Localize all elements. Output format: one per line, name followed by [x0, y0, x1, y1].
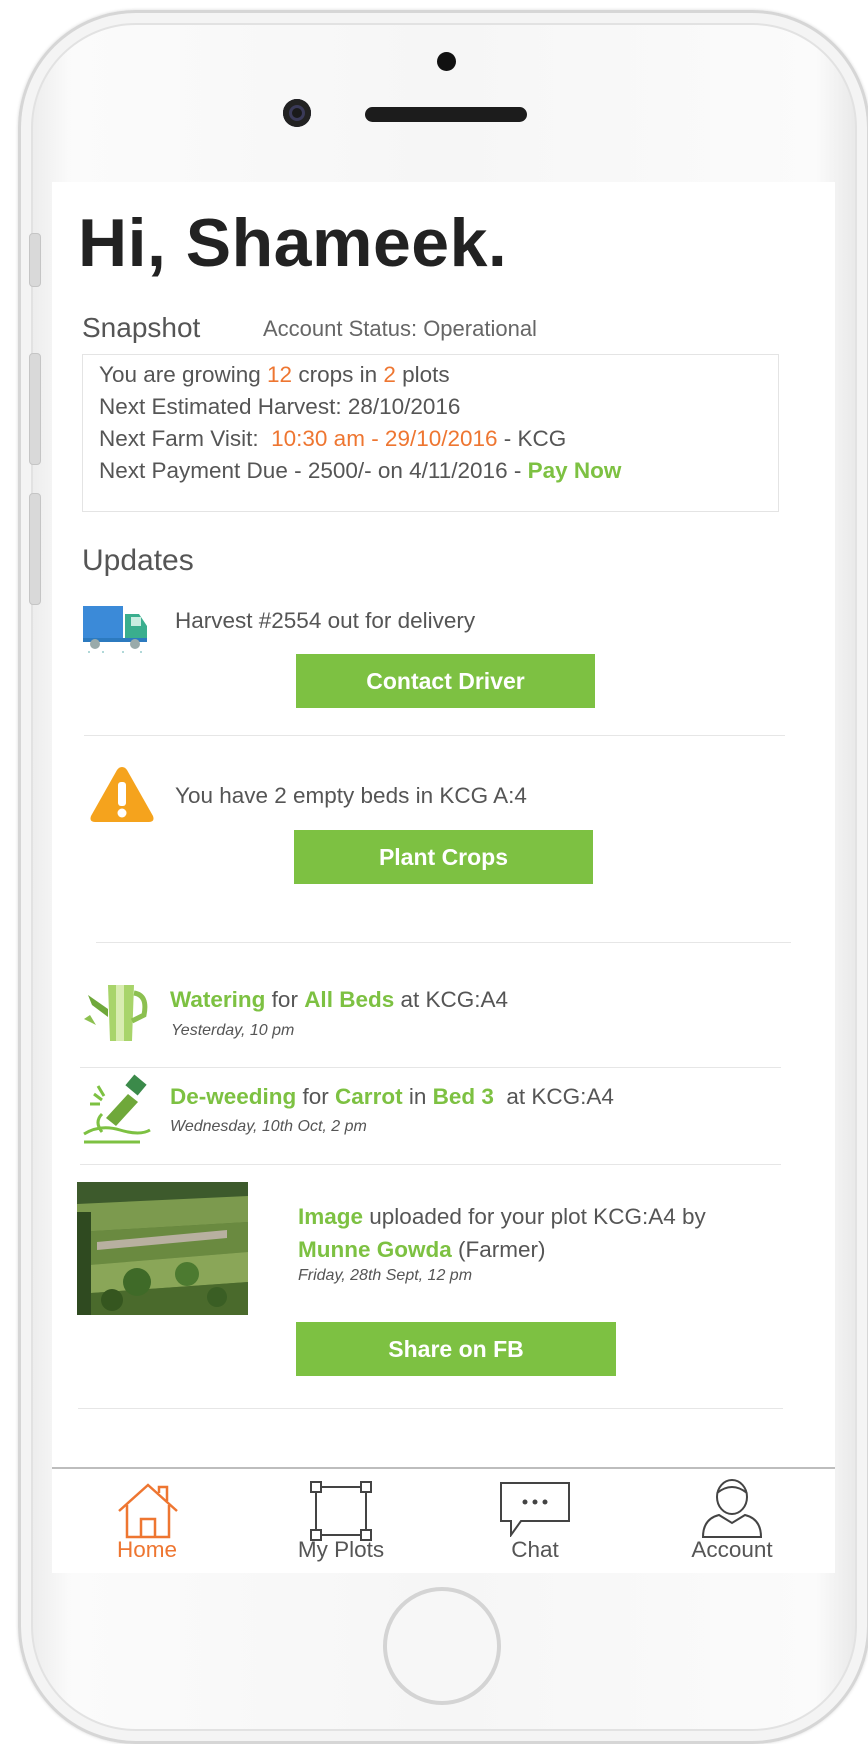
farm-visit: Next Farm Visit: 10:30 am - 29/10/2016 -…: [99, 423, 762, 455]
farmer-name: Munne Gowda: [298, 1237, 452, 1262]
farm-visit-label: Next Farm Visit:: [99, 426, 272, 451]
divider: [80, 1164, 781, 1165]
tab-label: Chat: [511, 1537, 559, 1562]
updates-heading: Updates: [82, 544, 194, 577]
activity-time: Wednesday, 10th Oct, 2 pm: [170, 1118, 367, 1135]
farmer-role: (Farmer): [451, 1237, 546, 1262]
activity-action: Watering: [170, 987, 266, 1012]
activity-bed: Bed 3: [432, 1084, 494, 1109]
volume-down-button: [29, 493, 41, 605]
image-upload-text: Image uploaded for your plot KCG:A4 by M…: [298, 1200, 768, 1266]
activity-target: All Beds: [304, 987, 395, 1012]
empty-beds-text: You have 2 empty beds in KCG A:4: [175, 783, 527, 808]
share-on-fb-button[interactable]: Share on FB: [296, 1322, 616, 1376]
divider: [78, 1408, 783, 1409]
crop-count: 12: [267, 362, 293, 387]
image-link[interactable]: Image: [298, 1204, 363, 1229]
watering-can-icon: [84, 985, 148, 1041]
activity-time: Yesterday, 10 pm: [171, 1022, 295, 1039]
farm-visit-location: - KCG: [497, 426, 567, 451]
image-upload-description: uploaded for your plot KCG:A4 by: [363, 1204, 706, 1229]
growing-summary: You are growing 12 crops in 2 plots: [99, 359, 762, 391]
weeding-icon: [83, 1074, 151, 1144]
delivery-update-text: Harvest #2554 out for delivery: [175, 608, 476, 633]
activity-time: Friday, 28th Sept, 12 pm: [298, 1267, 473, 1284]
truck-icon: [83, 606, 147, 653]
plot-frame-icon: [310, 1481, 372, 1541]
tab-account[interactable]: Account: [647, 1469, 817, 1573]
plot-photo[interactable]: [77, 1182, 248, 1315]
tab-my-plots[interactable]: My Plots: [256, 1469, 426, 1573]
warning-icon: [90, 767, 154, 822]
front-camera: [283, 99, 311, 127]
growing-mid: crops in: [292, 362, 384, 387]
activity-connector: for: [296, 1084, 336, 1109]
app-screen: Hi, Shameek. Snapshot Account Status: Op…: [52, 182, 835, 1573]
tab-chat[interactable]: Chat: [450, 1469, 620, 1573]
contact-driver-button[interactable]: Contact Driver: [296, 654, 595, 708]
growing-suffix: plots: [395, 362, 450, 387]
activity-connector: in: [402, 1084, 433, 1109]
next-harvest: Next Estimated Harvest: 28/10/2016: [99, 394, 461, 419]
chat-bubble-icon: [500, 1482, 570, 1537]
pay-now-link[interactable]: Pay Now: [528, 458, 622, 483]
farm-visit-time: 10:30 am - 29/10/2016: [271, 426, 498, 451]
house-icon: [118, 1483, 178, 1539]
snapshot-card: You are growing 12 crops in 2 plots Next…: [82, 354, 779, 512]
payment-text: Next Payment Due - 2500/- on 4/11/2016 -: [99, 458, 528, 483]
tab-label: Account: [691, 1537, 773, 1562]
divider: [84, 735, 785, 736]
tab-home[interactable]: Home: [62, 1469, 232, 1573]
snapshot-heading: Snapshot: [82, 312, 201, 343]
account-status: Account Status: Operational: [263, 316, 537, 341]
activity-action: De-weeding: [170, 1084, 297, 1109]
plant-crops-button[interactable]: Plant Crops: [294, 830, 593, 884]
divider: [80, 1067, 781, 1068]
activity-location: at KCG:A4: [394, 987, 509, 1012]
bottom-tab-bar: Home My Plots Chat Account: [52, 1467, 835, 1573]
tab-label: My Plots: [297, 1537, 385, 1562]
tab-label: Home: [116, 1537, 178, 1562]
user-icon: [701, 1479, 763, 1538]
weeding-activity: De-weeding for Carrot in Bed 3 at KCG:A4: [170, 1084, 614, 1110]
divider: [96, 942, 791, 943]
proximity-sensor: [437, 52, 456, 71]
earpiece-speaker: [365, 107, 527, 122]
greeting-title: Hi, Shameek.: [78, 205, 508, 281]
activity-connector: for: [265, 987, 305, 1012]
home-hardware-button[interactable]: [383, 1587, 501, 1705]
watering-activity: Watering for All Beds at KCG:A4: [170, 987, 508, 1013]
mute-switch: [29, 233, 41, 287]
plot-count: 2: [383, 362, 396, 387]
volume-up-button: [29, 353, 41, 465]
activity-location: at KCG:A4: [493, 1084, 614, 1109]
activity-target: Carrot: [335, 1084, 403, 1109]
growing-prefix: You are growing: [99, 362, 268, 387]
payment-due: Next Payment Due - 2500/- on 4/11/2016 -…: [99, 455, 762, 487]
